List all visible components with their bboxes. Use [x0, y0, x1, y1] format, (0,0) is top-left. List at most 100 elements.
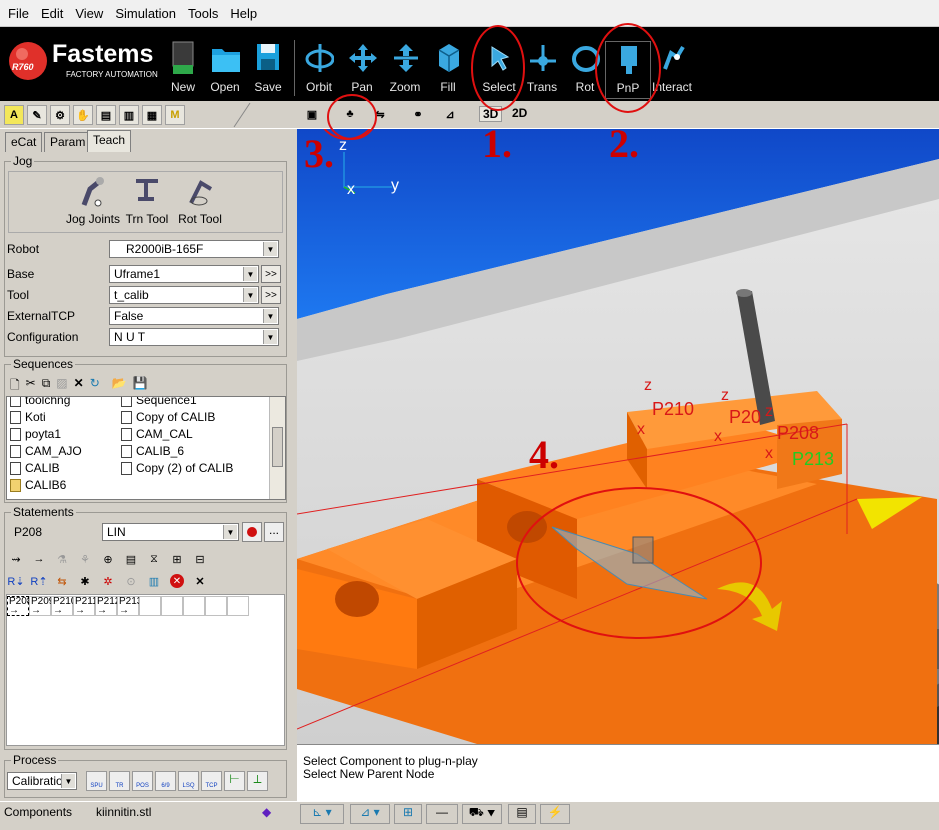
new-sequence-icon[interactable]: 🗋: [10, 376, 20, 394]
scrollbar-thumb[interactable]: [272, 427, 283, 467]
copy-icon[interactable]: ⧉: [42, 376, 51, 394]
table-row[interactable]: P213 →: [117, 596, 142, 616]
tool-select[interactable]: t_calib ▼: [109, 286, 259, 304]
process-frame-icon[interactable]: ⊢: [224, 771, 245, 791]
open-folder-icon[interactable]: 📂: [112, 376, 127, 394]
motion-type-select[interactable]: LIN ▼: [102, 523, 239, 541]
table-row[interactable]: P212 →: [95, 596, 120, 616]
camera-tool-icon[interactable]: ⛟ ▾: [462, 804, 502, 824]
menu-tools[interactable]: Tools: [182, 0, 224, 27]
call-icon[interactable]: ⊕: [99, 550, 117, 568]
list-item[interactable]: Copy (2) of CALIB: [121, 461, 233, 475]
document-icon[interactable]: ▤: [96, 105, 116, 125]
snap-tool-icon[interactable]: ⊿ ▾: [350, 804, 390, 824]
rot-tool-button[interactable]: Rot Tool: [175, 175, 225, 226]
list-item[interactable]: CAM_AJO: [10, 444, 82, 458]
process-lsq-button[interactable]: LSQ: [178, 771, 199, 791]
process-select[interactable]: Calibration ▼: [7, 772, 77, 790]
process-axis-icon[interactable]: ⟂: [247, 771, 268, 791]
fill-button[interactable]: Fill: [425, 41, 471, 99]
stats-icon[interactable]: ▥: [145, 572, 163, 590]
swap-icon[interactable]: ⇆: [53, 572, 71, 590]
paste-icon[interactable]: ▨: [56, 376, 67, 394]
linear-motion-icon[interactable]: →: [30, 550, 48, 568]
table-row[interactable]: P209 →: [29, 596, 54, 616]
binocular-icon[interactable]: ⚭: [408, 104, 428, 124]
point-label-p213[interactable]: P213: [792, 449, 834, 470]
list-item[interactable]: toolchng: [10, 397, 70, 407]
list-item[interactable]: Copy of CALIB: [121, 410, 215, 424]
list-item[interactable]: poyta1: [10, 427, 61, 441]
grip-icon[interactable]: ⚗: [53, 550, 71, 568]
process-pos-button[interactable]: POS: [132, 771, 153, 791]
tab-ecat[interactable]: eCat: [5, 132, 43, 152]
robot-icon[interactable]: ⚙: [50, 105, 70, 125]
open-button[interactable]: Open: [202, 41, 248, 99]
point-label-p20[interactable]: P20: [729, 407, 761, 428]
list-item[interactable]: CALIB6: [10, 478, 66, 492]
list-item[interactable]: CALIB_6: [121, 444, 184, 458]
output-icon[interactable]: ⊞: [168, 550, 186, 568]
delete-icon[interactable]: ✕: [74, 376, 84, 394]
table-row[interactable]: P210 →: [51, 596, 76, 616]
pan-button[interactable]: Pan: [339, 41, 385, 99]
comment-icon[interactable]: ▤: [122, 550, 140, 568]
menu-simulation[interactable]: Simulation: [109, 0, 182, 27]
record-button[interactable]: [242, 522, 262, 542]
select-button[interactable]: Select: [476, 41, 522, 99]
3d-viewport[interactable]: z x y P210 P20 P208 P213 z z z x x x 4.: [297, 129, 939, 744]
hand-icon[interactable]: ✋: [73, 105, 93, 125]
layout-icon[interactable]: ▦: [142, 105, 162, 125]
tab-teach[interactable]: Teach: [87, 130, 132, 152]
external-tcp-select[interactable]: False ▼: [109, 307, 279, 325]
list-item[interactable]: CAM_CAL: [121, 427, 193, 441]
point-label-p208[interactable]: P208: [777, 423, 819, 444]
layers-icon[interactable]: ▥: [119, 105, 139, 125]
menu-help[interactable]: Help: [224, 0, 263, 27]
cut-icon[interactable]: ✂: [26, 376, 36, 394]
macro-icon[interactable]: M: [165, 105, 185, 125]
diamond-icon[interactable]: ◆: [262, 805, 271, 819]
menu-view[interactable]: View: [69, 0, 109, 27]
robot-select[interactable]: R2000iB-165F ▼: [109, 240, 279, 258]
connect-icon[interactable]: ⇋: [370, 104, 390, 124]
text-mode-icon[interactable]: A: [4, 105, 24, 125]
pencil-icon[interactable]: ✎: [27, 105, 47, 125]
link-motion-icon[interactable]: ⇝: [7, 550, 25, 568]
grid-tool-icon[interactable]: ⊞: [394, 804, 422, 824]
pnp-button[interactable]: PnP: [605, 41, 651, 99]
measure-tool-icon[interactable]: —: [426, 804, 458, 824]
save-icon[interactable]: 💾: [133, 376, 148, 394]
frame-tool-icon[interactable]: ⊾ ▾: [300, 804, 344, 824]
configuration-select[interactable]: N U T ▼: [109, 328, 279, 346]
sequence-scrollbar[interactable]: [269, 397, 285, 499]
tab-param[interactable]: Param: [44, 132, 92, 152]
fix-x-icon[interactable]: ✱: [76, 572, 94, 590]
list-item[interactable]: Sequence1: [121, 397, 197, 407]
3d-scene[interactable]: [297, 129, 939, 744]
refresh-icon[interactable]: ↻: [90, 376, 100, 394]
menu-edit[interactable]: Edit: [35, 0, 69, 27]
process-69-button[interactable]: 6/9: [155, 771, 176, 791]
trans-button[interactable]: Trans: [519, 41, 565, 99]
delay-icon[interactable]: ⧖: [145, 550, 163, 568]
base-more-button[interactable]: >>: [261, 265, 281, 283]
process-spu-button[interactable]: SPU: [86, 771, 107, 791]
clear-icon[interactable]: ✕: [191, 572, 209, 590]
point-label-p210[interactable]: P210: [652, 399, 694, 420]
collision-tool-icon[interactable]: ⚡: [540, 804, 570, 824]
reach-icon[interactable]: R⇣: [7, 572, 25, 590]
tool-more-button[interactable]: >>: [261, 286, 281, 304]
input-icon[interactable]: ⊟: [191, 550, 209, 568]
zoom-button[interactable]: Zoom: [382, 41, 428, 99]
reach-all-icon[interactable]: R⇡: [30, 572, 48, 590]
hierarchy-icon[interactable]: ♣: [340, 104, 360, 124]
lock-icon[interactable]: ⊙: [122, 572, 140, 590]
rot-button[interactable]: Rot: [562, 41, 608, 99]
process-tr-button[interactable]: TR: [109, 771, 130, 791]
interact-button[interactable]: Interact: [649, 41, 695, 99]
panel-tool-icon[interactable]: ▤: [508, 804, 536, 824]
table-row[interactable]: P211 →: [73, 596, 98, 616]
stop-icon[interactable]: ✕: [170, 574, 184, 588]
jog-joints-button[interactable]: Jog Joints: [65, 175, 121, 226]
